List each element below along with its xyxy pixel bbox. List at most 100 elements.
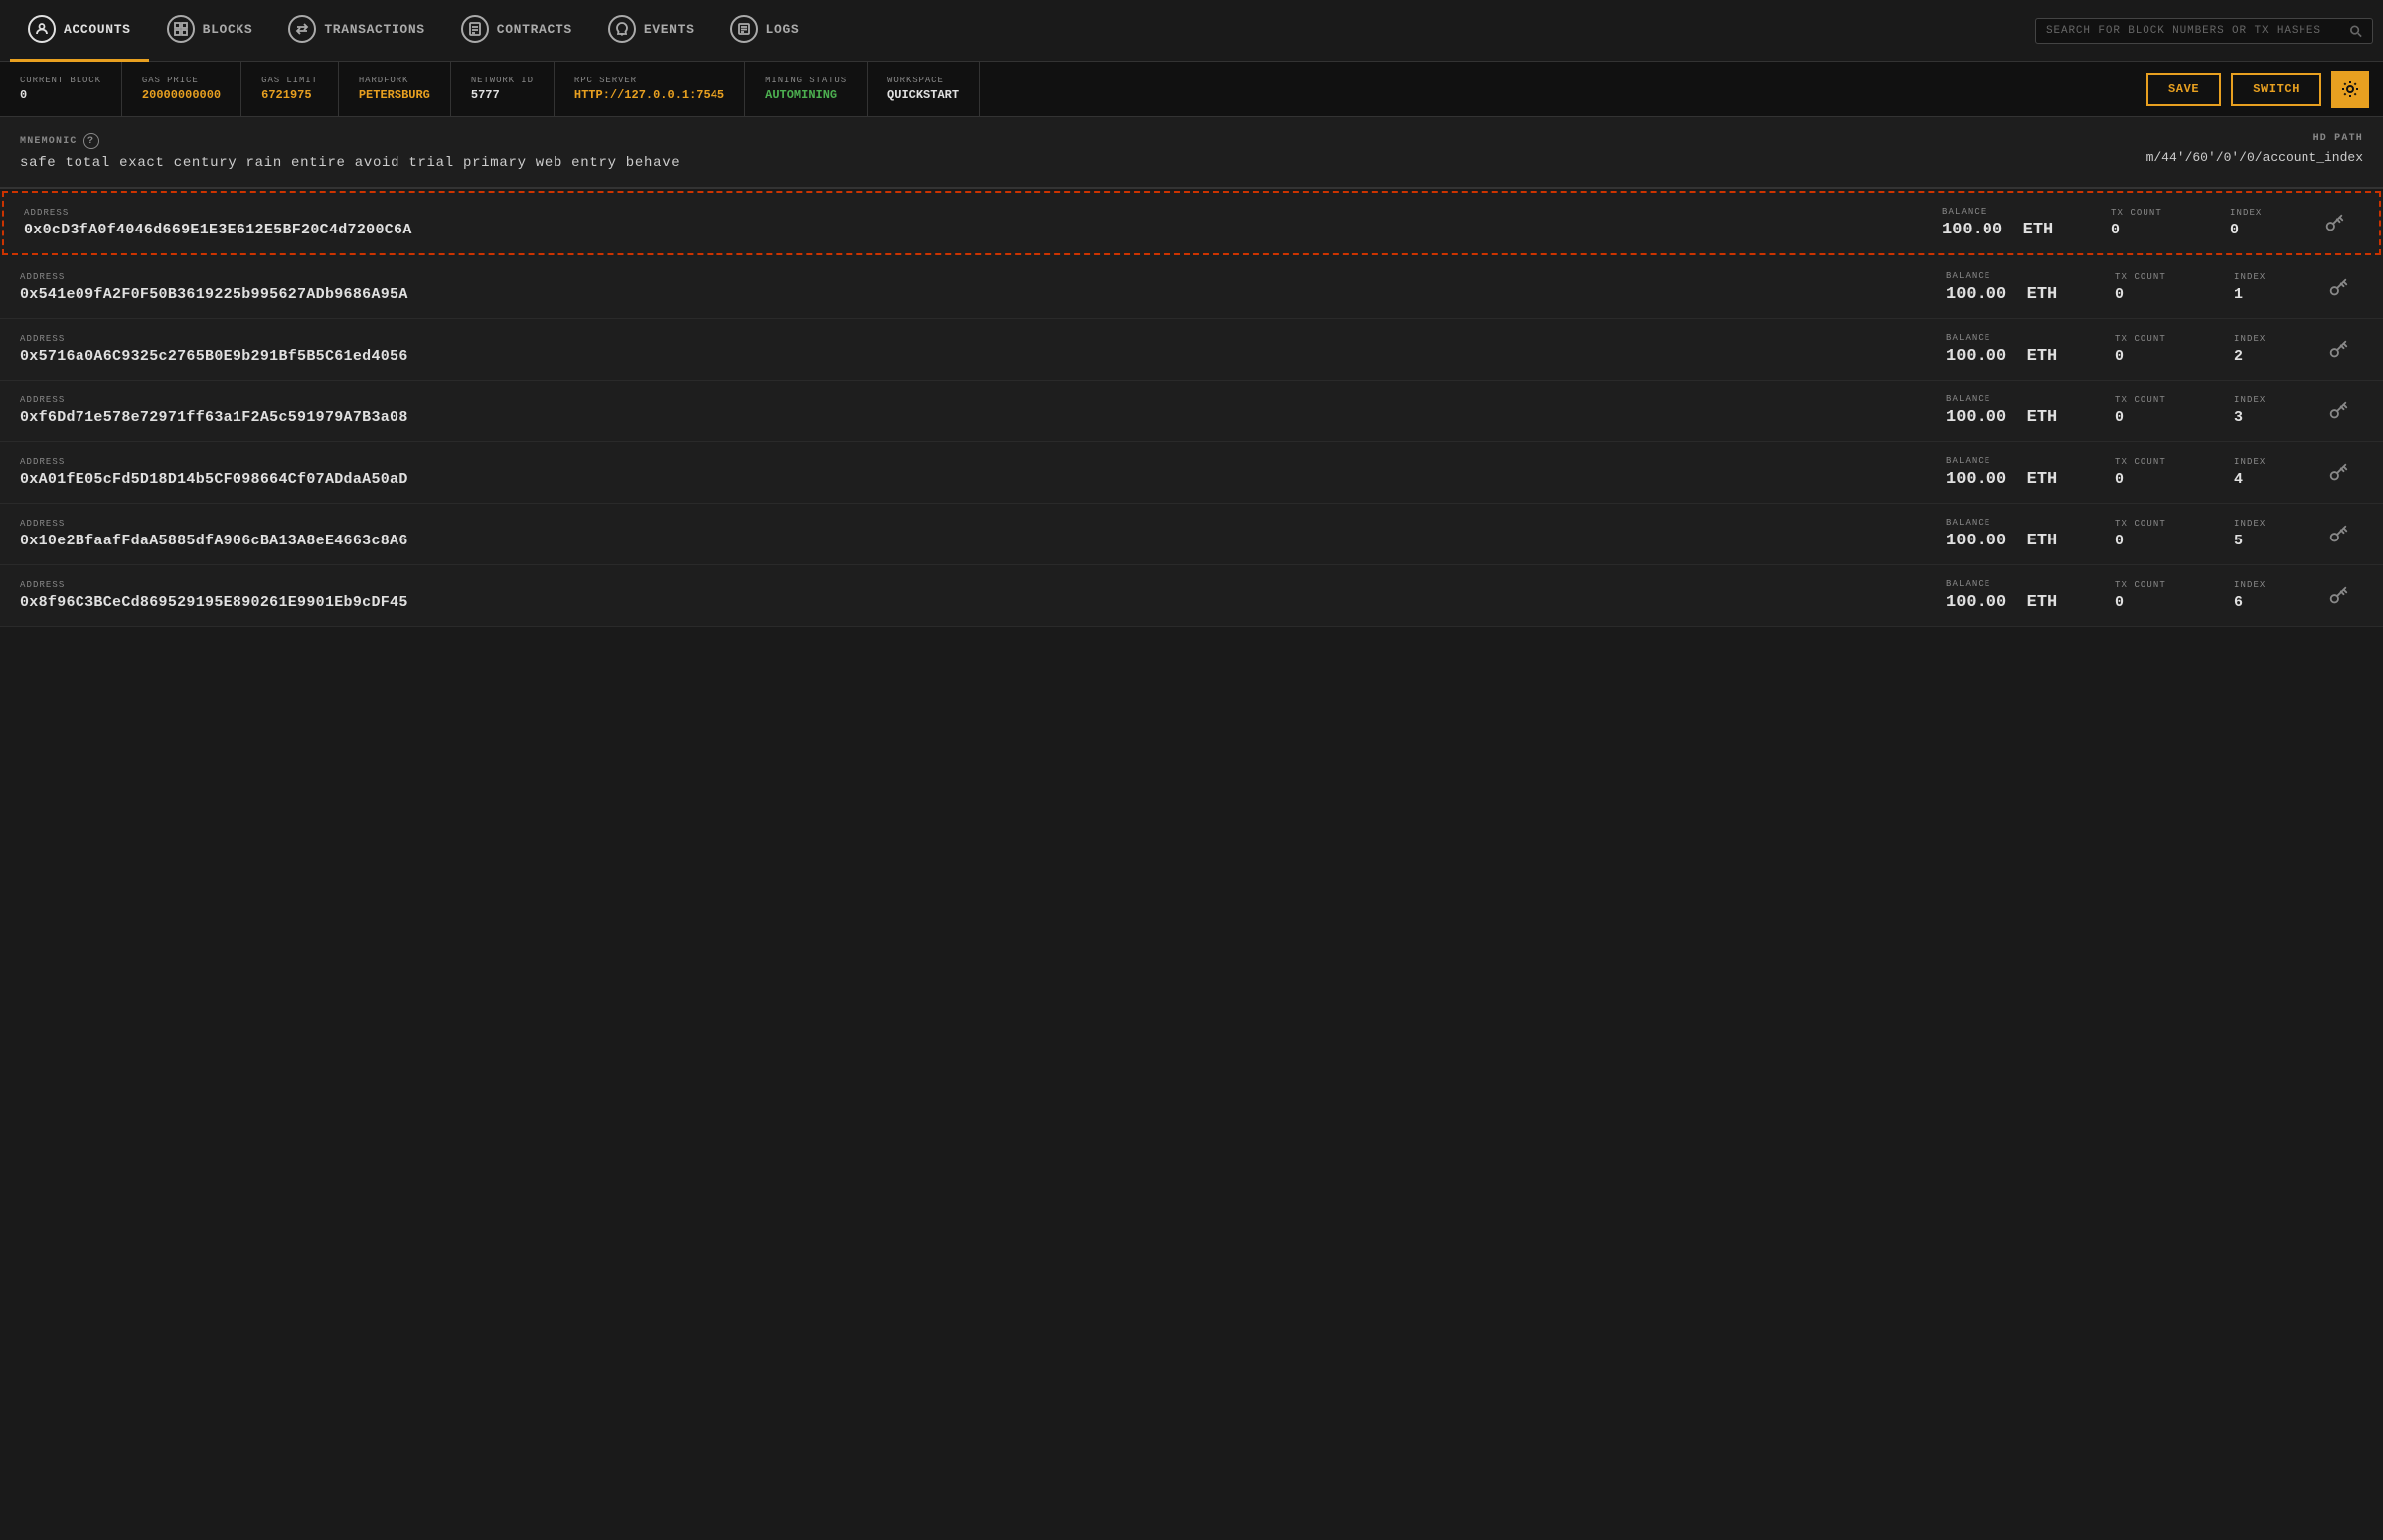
account-key-section[interactable] <box>2313 277 2363 299</box>
address-label: ADDRESS <box>20 395 1916 405</box>
nav-transactions-label: TRANSACTIONS <box>324 22 424 37</box>
txcount-value: 0 <box>2115 471 2194 488</box>
txcount-value: 0 <box>2115 348 2194 365</box>
status-rpc-server: RPC SERVER HTTP://127.0.0.1:7545 <box>555 62 745 116</box>
key-icon[interactable] <box>2323 213 2345 234</box>
account-txcount-section: TX COUNT 0 <box>2095 580 2214 611</box>
settings-button[interactable] <box>2331 71 2369 108</box>
search-input[interactable] <box>2046 25 2341 37</box>
address-label: ADDRESS <box>24 208 1912 218</box>
account-key-section[interactable] <box>2313 585 2363 607</box>
address-label: ADDRESS <box>20 457 1916 467</box>
key-icon[interactable] <box>2327 524 2349 545</box>
account-address: 0x8f96C3BCeCd869529195E890261E9901Eb9cDF… <box>20 594 1916 611</box>
current-block-label: CURRENT BLOCK <box>20 76 101 85</box>
account-row[interactable]: ADDRESS 0xf6Dd71e578e72971ff63a1F2A5c591… <box>0 381 2383 442</box>
address-label: ADDRESS <box>20 272 1916 282</box>
status-gas-limit: GAS LIMIT 6721975 <box>241 62 339 116</box>
txcount-label: TX COUNT <box>2115 395 2194 405</box>
account-key-section[interactable] <box>2313 462 2363 484</box>
index-label: INDEX <box>2234 457 2294 467</box>
nav-logs[interactable]: LOGS <box>713 0 818 62</box>
nav-blocks[interactable]: BLOCKS <box>149 0 271 62</box>
contracts-icon <box>461 15 489 43</box>
account-index-section: INDEX 6 <box>2214 580 2313 611</box>
nav-accounts[interactable]: ACCOUNTS <box>10 0 149 62</box>
txcount-value: 0 <box>2115 286 2194 303</box>
key-icon[interactable] <box>2327 277 2349 299</box>
address-label: ADDRESS <box>20 519 1916 529</box>
balance-label: BALANCE <box>1946 456 2065 466</box>
address-label: ADDRESS <box>20 580 1916 590</box>
txcount-label: TX COUNT <box>2115 272 2194 282</box>
status-bar-actions: SAVE SWITCH <box>2133 62 2383 116</box>
balance-label: BALANCE <box>1946 271 2065 281</box>
account-row[interactable]: ADDRESS 0x541e09fA2F0F50B3619225b995627A… <box>0 257 2383 319</box>
account-row[interactable]: ADDRESS 0x5716a0A6C9325c2765B0E9b291Bf5B… <box>0 319 2383 381</box>
txcount-label: TX COUNT <box>2111 208 2190 218</box>
account-row[interactable]: ADDRESS 0x8f96C3BCeCd869529195E890261E99… <box>0 565 2383 627</box>
mining-status-value: AUTOMINING <box>765 88 847 102</box>
gear-icon <box>2341 80 2359 98</box>
balance-label: BALANCE <box>1946 333 2065 343</box>
account-row[interactable]: ADDRESS 0x0cD3fA0f4046d669E1E3E612E5BF20… <box>2 191 2381 255</box>
index-label: INDEX <box>2230 208 2290 218</box>
nav-events[interactable]: EVENTS <box>590 0 713 62</box>
txcount-label: TX COUNT <box>2115 580 2194 590</box>
account-key-section[interactable] <box>2313 339 2363 361</box>
account-address: 0xA01fE05cFd5D18D14b5CF098664Cf07ADdaA50… <box>20 471 1916 488</box>
search-icon <box>2349 24 2362 38</box>
index-label: INDEX <box>2234 395 2294 405</box>
key-icon[interactable] <box>2327 462 2349 484</box>
nav-events-label: EVENTS <box>644 22 695 37</box>
account-address: 0x0cD3fA0f4046d669E1E3E612E5BF20C4d7200C… <box>24 222 1912 238</box>
txcount-value: 0 <box>2115 533 2194 549</box>
account-balance-section: BALANCE 100.00 ETH <box>1912 207 2091 239</box>
account-main: ADDRESS 0x8f96C3BCeCd869529195E890261E99… <box>20 580 1916 611</box>
index-value: 5 <box>2234 533 2294 549</box>
txcount-value: 0 <box>2115 594 2194 611</box>
account-index-section: INDEX 3 <box>2214 395 2313 426</box>
hardfork-value: PETERSBURG <box>359 88 430 102</box>
accounts-icon <box>28 15 56 43</box>
balance-value: 100.00 ETH <box>1946 593 2065 612</box>
current-block-value: 0 <box>20 88 101 102</box>
nav-transactions[interactable]: TRANSACTIONS <box>270 0 442 62</box>
status-bar: CURRENT BLOCK 0 GAS PRICE 20000000000 GA… <box>0 62 2383 117</box>
account-index-section: INDEX 1 <box>2214 272 2313 303</box>
index-value: 0 <box>2230 222 2290 238</box>
nav-accounts-label: ACCOUNTS <box>64 22 131 37</box>
account-key-section[interactable] <box>2313 524 2363 545</box>
account-row[interactable]: ADDRESS 0xA01fE05cFd5D18D14b5CF098664Cf0… <box>0 442 2383 504</box>
nav-contracts[interactable]: CONTRACTS <box>443 0 590 62</box>
balance-label: BALANCE <box>1942 207 2061 217</box>
network-id-value: 5777 <box>471 88 534 102</box>
account-row[interactable]: ADDRESS 0x10e2BfaafFdaA5885dfA906cBA13A8… <box>0 504 2383 565</box>
key-icon[interactable] <box>2327 400 2349 422</box>
account-txcount-section: TX COUNT 0 <box>2095 272 2214 303</box>
account-balance-section: BALANCE 100.00 ETH <box>1916 518 2095 550</box>
balance-value: 100.00 ETH <box>1946 408 2065 427</box>
nav-blocks-label: BLOCKS <box>203 22 253 37</box>
save-button[interactable]: SAVE <box>2146 73 2221 106</box>
key-icon[interactable] <box>2327 339 2349 361</box>
account-key-section[interactable] <box>2313 400 2363 422</box>
nav-logs-label: LOGS <box>766 22 800 37</box>
gas-limit-value: 6721975 <box>261 88 318 102</box>
account-main: ADDRESS 0x5716a0A6C9325c2765B0E9b291Bf5B… <box>20 334 1916 365</box>
balance-value: 100.00 ETH <box>1946 532 2065 550</box>
gas-limit-label: GAS LIMIT <box>261 76 318 85</box>
address-label: ADDRESS <box>20 334 1916 344</box>
txcount-label: TX COUNT <box>2115 519 2194 529</box>
mnemonic-right: HD PATH m/44'/60'/0'/0/account_index <box>2146 133 2363 165</box>
account-main: ADDRESS 0x10e2BfaafFdaA5885dfA906cBA13A8… <box>20 519 1916 549</box>
mnemonic-help[interactable]: ? <box>83 133 99 149</box>
key-icon[interactable] <box>2327 585 2349 607</box>
account-key-section[interactable] <box>2309 213 2359 234</box>
status-workspace: WORKSPACE QUICKSTART <box>868 62 980 116</box>
status-hardfork: HARDFORK PETERSBURG <box>339 62 451 116</box>
account-txcount-section: TX COUNT 0 <box>2091 208 2210 238</box>
index-label: INDEX <box>2234 519 2294 529</box>
switch-button[interactable]: SWITCH <box>2231 73 2321 106</box>
events-icon <box>608 15 636 43</box>
